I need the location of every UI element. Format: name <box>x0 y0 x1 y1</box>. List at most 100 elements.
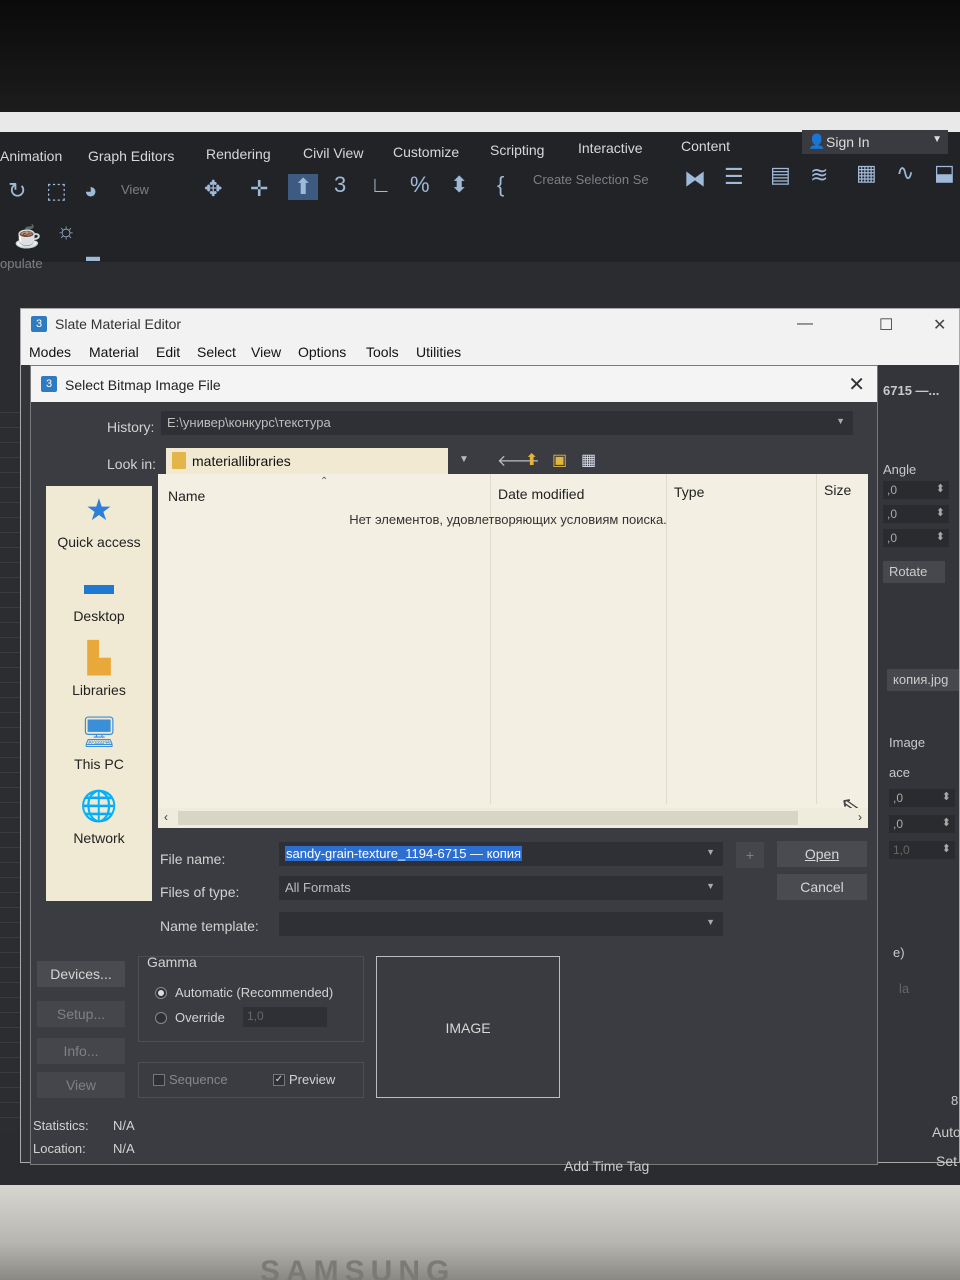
scrollbar-thumb[interactable] <box>178 811 798 825</box>
gamma-override-radio[interactable] <box>155 1012 167 1024</box>
move-icon[interactable]: ✛ <box>250 176 268 202</box>
up-folder-icon[interactable]: ⬆ <box>525 450 538 470</box>
crop-v-spinner[interactable]: ,0 <box>889 815 955 833</box>
place-quick-access[interactable]: ★ Quick access <box>46 494 152 550</box>
curve-editor-icon[interactable]: ∿ <box>896 160 914 186</box>
gamma-auto-radio[interactable] <box>155 987 167 999</box>
layers-icon[interactable]: ≋ <box>810 162 828 188</box>
angle-v-spinner[interactable]: ,0 <box>883 505 949 523</box>
menu-animation[interactable]: Animation <box>0 148 62 164</box>
viewport-edge <box>0 412 22 1132</box>
spinner-snap-icon[interactable]: ⬍ <box>450 172 468 198</box>
filetype-value: All Formats <box>285 880 351 895</box>
select-region-icon[interactable]: ⬚ <box>46 178 67 204</box>
minimize-icon[interactable]: — <box>797 315 813 333</box>
angle-u-spinner[interactable]: ,0 <box>883 481 949 499</box>
selection-set-dropdown[interactable]: Create Selection Se <box>533 172 649 187</box>
slate-menu-tools[interactable]: Tools <box>366 344 399 360</box>
new-folder-icon[interactable]: ▣ <box>552 450 567 470</box>
named-selection-icon[interactable]: { <box>497 172 504 198</box>
upload-icon[interactable]: ⬆ <box>288 174 319 200</box>
slate-menu-options[interactable]: Options <box>298 344 346 360</box>
material-ball-icon[interactable]: ◕ <box>84 178 97 204</box>
mirror-icon[interactable]: ⧓ <box>684 166 706 192</box>
menu-civil-view[interactable]: Civil View <box>303 145 363 161</box>
lookin-label: Look in: <box>107 456 157 472</box>
layer-explorer-icon[interactable]: ▤ <box>770 162 791 188</box>
toolbar-view-dropdown[interactable]: View <box>121 182 149 197</box>
light-icon[interactable]: ☼ <box>56 218 76 244</box>
sign-in-dropdown[interactable]: 👤 Sign In ▼ <box>802 130 948 154</box>
percent-snap-icon[interactable]: % <box>410 172 430 198</box>
schematic-icon[interactable]: ⬓ <box>934 160 955 186</box>
select-move-icon[interactable]: ✥ <box>204 176 222 202</box>
slate-menu-select[interactable]: Select <box>197 344 236 360</box>
maximize-icon[interactable]: ☐ <box>879 315 893 335</box>
place-desktop[interactable]: ▬ Desktop <box>46 568 152 624</box>
scroll-left-icon[interactable]: ‹ <box>164 810 168 824</box>
angle-snap-icon[interactable]: ∟ <box>370 172 392 198</box>
angle-w-spinner[interactable]: ,0 <box>883 529 949 547</box>
filetype-dropdown[interactable]: All Formats <box>279 876 723 900</box>
slate-menu-edit[interactable]: Edit <box>156 344 180 360</box>
view-button[interactable]: View <box>37 1072 125 1098</box>
crop-w-spinner[interactable]: 1,0 <box>889 841 955 859</box>
menu-rendering[interactable]: Rendering <box>206 146 271 162</box>
place-this-pc[interactable]: 🖥 This PC <box>46 716 152 772</box>
add-time-tag-button[interactable]: Add Time Tag <box>564 1158 649 1174</box>
close-icon[interactable]: ✕ <box>848 372 865 397</box>
view-image-button[interactable]: Image <box>889 735 925 750</box>
populate-tab[interactable]: opulate <box>0 256 43 271</box>
ribbon-icon[interactable]: ▦ <box>856 160 877 186</box>
column-date-modified[interactable]: Date modified <box>498 486 584 502</box>
auto-key-button[interactable]: Auto <box>932 1124 960 1140</box>
view-menu-icon[interactable]: ▦ <box>581 450 596 470</box>
setup-button[interactable]: Setup... <box>37 1001 125 1027</box>
devices-button[interactable]: Devices... <box>37 961 125 987</box>
set-key-button[interactable]: Set <box>936 1153 957 1169</box>
open-button[interactable]: Open <box>777 841 867 867</box>
menu-interactive[interactable]: Interactive <box>578 140 643 156</box>
bitmap-path-button[interactable]: копия.jpg <box>887 669 959 691</box>
lookin-dropdown[interactable]: materiallibraries <box>166 448 448 474</box>
column-size[interactable]: Size <box>824 482 851 498</box>
places-bar: ★ Quick access ▬ Desktop ▙ Libraries 🖥 T… <box>46 486 152 901</box>
crop-u-spinner[interactable]: ,0 <box>889 789 955 807</box>
redo-icon[interactable]: ↻ <box>8 178 26 204</box>
computer-icon: 🖥 <box>79 716 119 749</box>
info-button[interactable]: Info... <box>37 1038 125 1064</box>
menu-graph-editors[interactable]: Graph Editors <box>88 148 174 164</box>
column-name[interactable]: Name <box>168 488 205 504</box>
slate-menu-utilities[interactable]: Utilities <box>416 344 461 360</box>
scroll-right-icon[interactable]: › <box>858 810 862 824</box>
align-icon[interactable]: ☰ <box>724 164 744 190</box>
chat-icon[interactable]: ▬ <box>86 248 100 264</box>
teapot-icon[interactable]: ☕ <box>14 224 41 250</box>
file-list[interactable]: Name ⌃ Date modified Type Size Нет элеме… <box>158 474 868 828</box>
snap-3-icon[interactable]: 3 <box>334 172 346 198</box>
name-template-dropdown[interactable] <box>279 912 723 936</box>
place-network[interactable]: 🌐 Network <box>46 790 152 846</box>
chevron-down-icon[interactable]: ▼ <box>459 454 469 465</box>
close-icon[interactable]: ✕ <box>933 315 946 335</box>
statistics-label: Statistics: <box>33 1118 89 1133</box>
filename-input[interactable]: sandy-grain-texture_1194-6715 — копия <box>279 842 723 866</box>
gamma-override-spinner[interactable]: 1,0 <box>243 1007 327 1027</box>
rotate-button[interactable]: Rotate <box>883 561 945 583</box>
cancel-button[interactable]: Cancel <box>777 874 867 900</box>
preview-checkbox[interactable]: ✓ <box>273 1074 285 1086</box>
menu-customize[interactable]: Customize <box>393 144 459 160</box>
slate-menu-modes[interactable]: Modes <box>29 344 71 360</box>
view-tab-label[interactable]: 6715 —... <box>883 383 939 398</box>
slate-menu-view[interactable]: View <box>251 344 281 360</box>
monitor-brand-logo: SAMSUNG <box>260 1255 456 1280</box>
sequence-checkbox[interactable] <box>153 1074 165 1086</box>
history-dropdown[interactable]: E:\универ\конкурс\текстура <box>161 411 853 435</box>
place-libraries[interactable]: ▙ Libraries <box>46 642 152 698</box>
menu-scripting[interactable]: Scripting <box>490 142 544 158</box>
add-button[interactable]: + <box>736 842 764 868</box>
menu-content[interactable]: Content <box>681 138 730 154</box>
slate-menu-material[interactable]: Material <box>89 344 139 360</box>
horizontal-scrollbar[interactable]: ‹ › <box>158 808 868 828</box>
column-type[interactable]: Type <box>674 484 704 500</box>
